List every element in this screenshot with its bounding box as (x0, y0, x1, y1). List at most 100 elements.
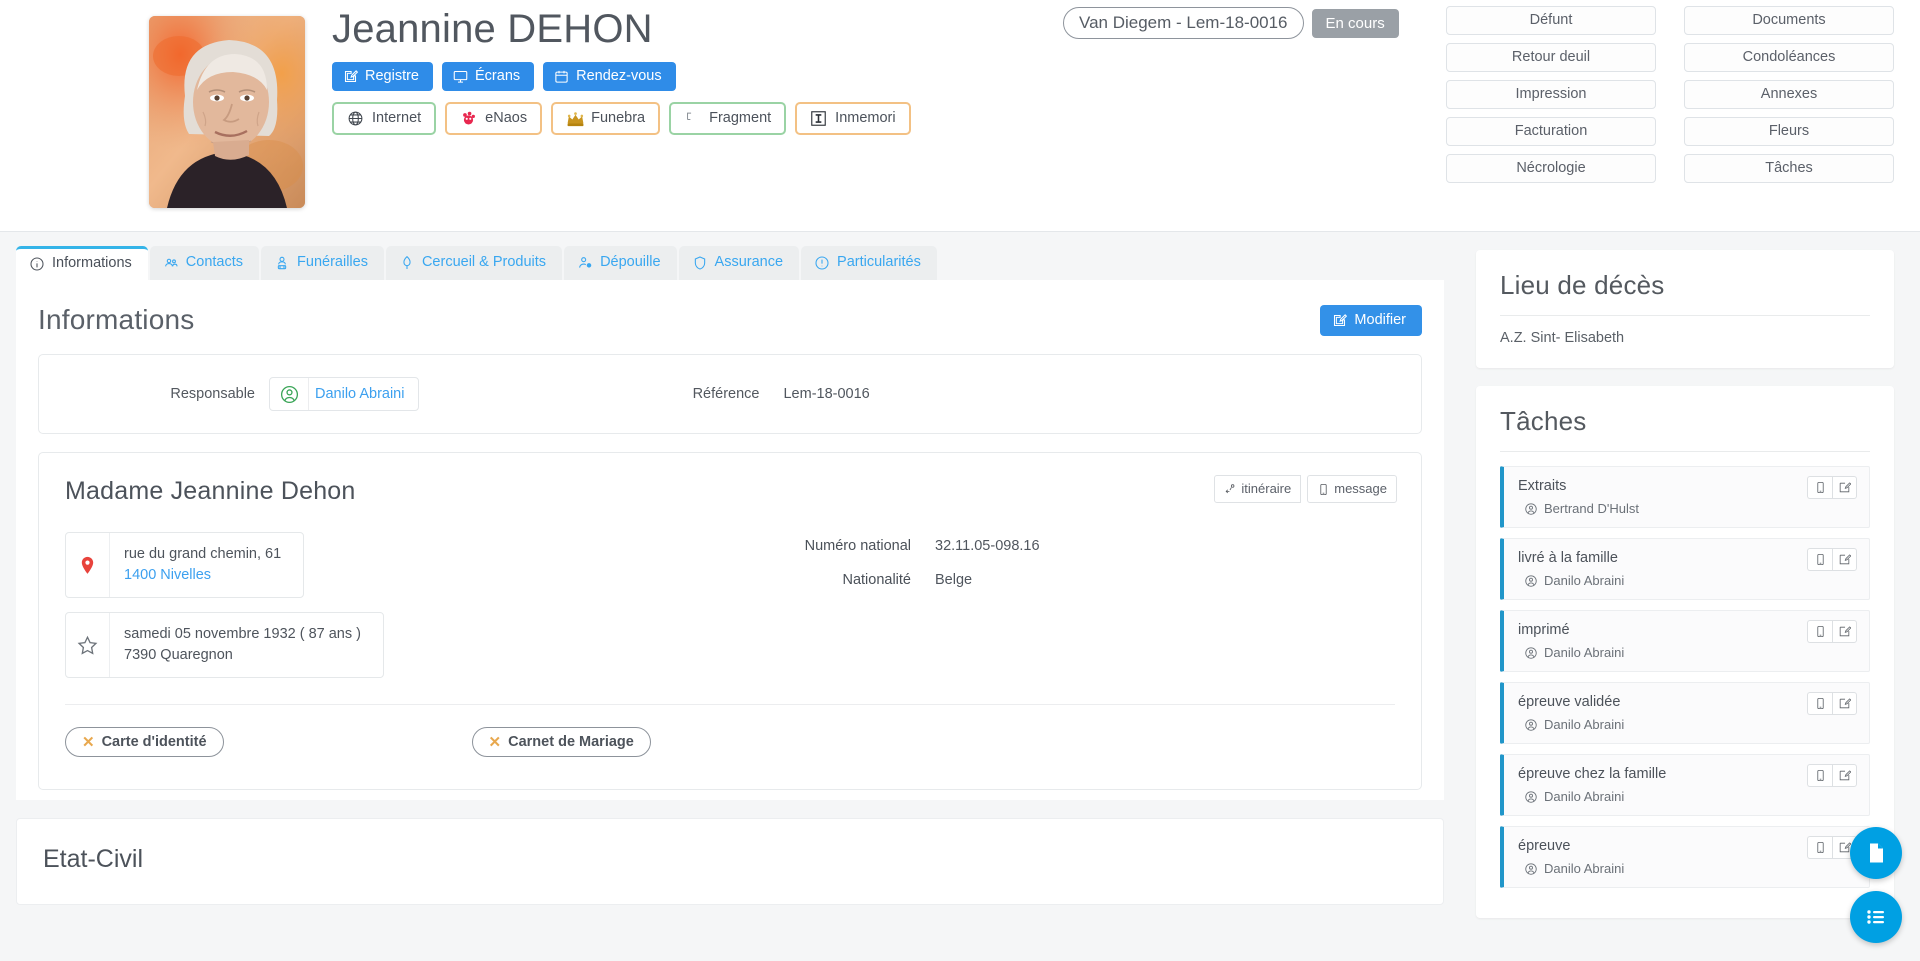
fab-document-button[interactable] (1850, 827, 1902, 879)
file-reference-pill[interactable]: Van Diegem - Lem-18-0016 (1063, 7, 1304, 39)
taches-list[interactable]: Extraits Bertrand D'Hulst (1500, 466, 1870, 896)
edit-square-icon (1332, 313, 1347, 328)
task-edit-button[interactable] (1832, 620, 1857, 643)
task-edit-button[interactable] (1832, 764, 1857, 787)
task-title: épreuve (1518, 838, 1855, 854)
badge-carte-identite[interactable]: ✕ Carte d'identité (65, 727, 224, 757)
tab-informations-label: Informations (52, 256, 132, 272)
cross-icon: ✕ (489, 733, 502, 751)
address-line-1: rue du grand chemin, 61 (124, 544, 281, 565)
registre-button[interactable]: Registre (332, 62, 433, 91)
action-impression[interactable]: Impression (1446, 80, 1656, 109)
edit-square-icon (1838, 769, 1851, 782)
enaos-icon (460, 110, 477, 127)
task-title: épreuve chez la famille (1518, 766, 1855, 782)
badge-spacer (224, 727, 472, 757)
action-annexes[interactable]: Annexes (1684, 80, 1894, 109)
phone-icon (1814, 769, 1827, 782)
action-retour-deuil[interactable]: Retour deuil (1446, 43, 1656, 72)
chip-fragment-label: Fragment (709, 111, 771, 127)
responsable-chip[interactable]: Danilo Abraini (269, 377, 419, 411)
task-edit-button[interactable] (1832, 548, 1857, 571)
task-item[interactable]: épreuve chez la famille Danilo Abraini (1500, 754, 1870, 816)
task-phone-button[interactable] (1807, 692, 1832, 715)
main-column: Informations Contacts Funérailles (0, 232, 1460, 961)
tab-depouille[interactable]: Dépouille (564, 246, 676, 280)
tab-particularites[interactable]: Particularités (801, 246, 937, 280)
chip-inmemori[interactable]: Inmemori (795, 102, 910, 135)
user-circle-icon (1524, 646, 1538, 660)
etat-civil-title: Etat-Civil (43, 845, 1417, 874)
action-fleurs[interactable]: Fleurs (1684, 117, 1894, 146)
primary-button-row: Registre Écrans Rendez-vous (332, 62, 911, 91)
nationalite-label: Nationalité (685, 572, 935, 588)
modifier-button[interactable]: Modifier (1320, 305, 1422, 336)
task-item[interactable]: Extraits Bertrand D'Hulst (1500, 466, 1870, 528)
deceased-photo (149, 16, 305, 208)
task-user: Danilo Abraini (1518, 645, 1855, 660)
tab-cercueil-produits[interactable]: Cercueil & Produits (386, 246, 562, 280)
address-line-2[interactable]: 1400 Nivelles (124, 565, 281, 586)
star-icon (66, 613, 110, 677)
chip-fragment[interactable]: Fragment (669, 102, 786, 135)
document-icon (1864, 841, 1888, 865)
task-title: imprimé (1518, 622, 1855, 638)
task-item[interactable]: épreuve validée Danilo Abraini (1500, 682, 1870, 744)
list-icon (1864, 905, 1888, 929)
tab-informations[interactable]: Informations (16, 246, 148, 280)
task-user: Danilo Abraini (1518, 573, 1855, 588)
ecrans-button[interactable]: Écrans (442, 62, 534, 91)
itineraire-label: itinéraire (1241, 482, 1291, 496)
phone-icon (1317, 483, 1330, 496)
birth-line-1: samedi 05 novembre 1932 ( 87 ans ) (124, 624, 361, 645)
chip-internet-label: Internet (372, 111, 421, 127)
task-item[interactable]: imprimé Danilo Abraini (1500, 610, 1870, 672)
task-edit-button[interactable] (1832, 692, 1857, 715)
person-tag-icon (577, 255, 593, 271)
message-button[interactable]: message (1307, 475, 1397, 503)
task-item[interactable]: épreuve Danilo Abraini (1500, 826, 1870, 888)
edit-square-icon (1838, 481, 1851, 494)
action-condoleances[interactable]: Condoléances (1684, 43, 1894, 72)
badge-carte-identite-label: Carte d'identité (102, 734, 207, 750)
task-user-name: Danilo Abraini (1544, 789, 1624, 804)
status-badge: En cours (1312, 9, 1399, 38)
inmemori-icon (810, 110, 827, 127)
crown-icon (566, 110, 583, 127)
modifier-label: Modifier (1354, 313, 1406, 328)
tab-contacts[interactable]: Contacts (150, 246, 259, 280)
tab-funerailles-label: Funérailles (297, 255, 368, 271)
task-item[interactable]: livré à la famille Danilo Abraini (1500, 538, 1870, 600)
tab-assurance[interactable]: Assurance (679, 246, 800, 280)
action-defunt[interactable]: Défunt (1446, 6, 1656, 35)
fab-list-button[interactable] (1850, 891, 1902, 943)
action-taches[interactable]: Tâches (1684, 154, 1894, 183)
action-necrologie[interactable]: Nécrologie (1446, 154, 1656, 183)
task-edit-button[interactable] (1832, 476, 1857, 499)
address-tile[interactable]: rue du grand chemin, 61 1400 Nivelles (65, 532, 304, 598)
tab-funerailles[interactable]: Funérailles (261, 246, 384, 280)
ecrans-label: Écrans (475, 69, 520, 84)
reference-label: Référence (419, 386, 759, 402)
badge-carnet-mariage[interactable]: ✕ Carnet de Mariage (472, 727, 651, 757)
task-phone-button[interactable] (1807, 476, 1832, 499)
itineraire-button[interactable]: itinéraire (1214, 475, 1301, 503)
rendez-vous-button[interactable]: Rendez-vous (543, 62, 675, 91)
chip-enaos[interactable]: eNaos (445, 102, 542, 135)
action-documents[interactable]: Documents (1684, 6, 1894, 35)
task-phone-button[interactable] (1807, 764, 1832, 787)
deceased-info-card: Madame Jeannine Dehon itinéraire message (38, 452, 1422, 790)
action-facturation[interactable]: Facturation (1446, 117, 1656, 146)
deceased-tiles: rue du grand chemin, 61 1400 Nivelles (65, 532, 685, 692)
phone-icon (1814, 697, 1827, 710)
portrait-image (149, 16, 305, 208)
globe-icon (347, 110, 364, 127)
task-phone-button[interactable] (1807, 548, 1832, 571)
chip-internet[interactable]: Internet (332, 102, 436, 135)
task-phone-button[interactable] (1807, 620, 1832, 643)
chip-funebra[interactable]: Funebra (551, 102, 660, 135)
card-mini-actions: itinéraire message (1214, 475, 1397, 503)
birth-tile[interactable]: samedi 05 novembre 1932 ( 87 ans ) 7390 … (65, 612, 384, 678)
task-phone-button[interactable] (1807, 836, 1832, 859)
lieu-deces-card: Lieu de décès A.Z. Sint- Elisabeth (1476, 250, 1894, 368)
